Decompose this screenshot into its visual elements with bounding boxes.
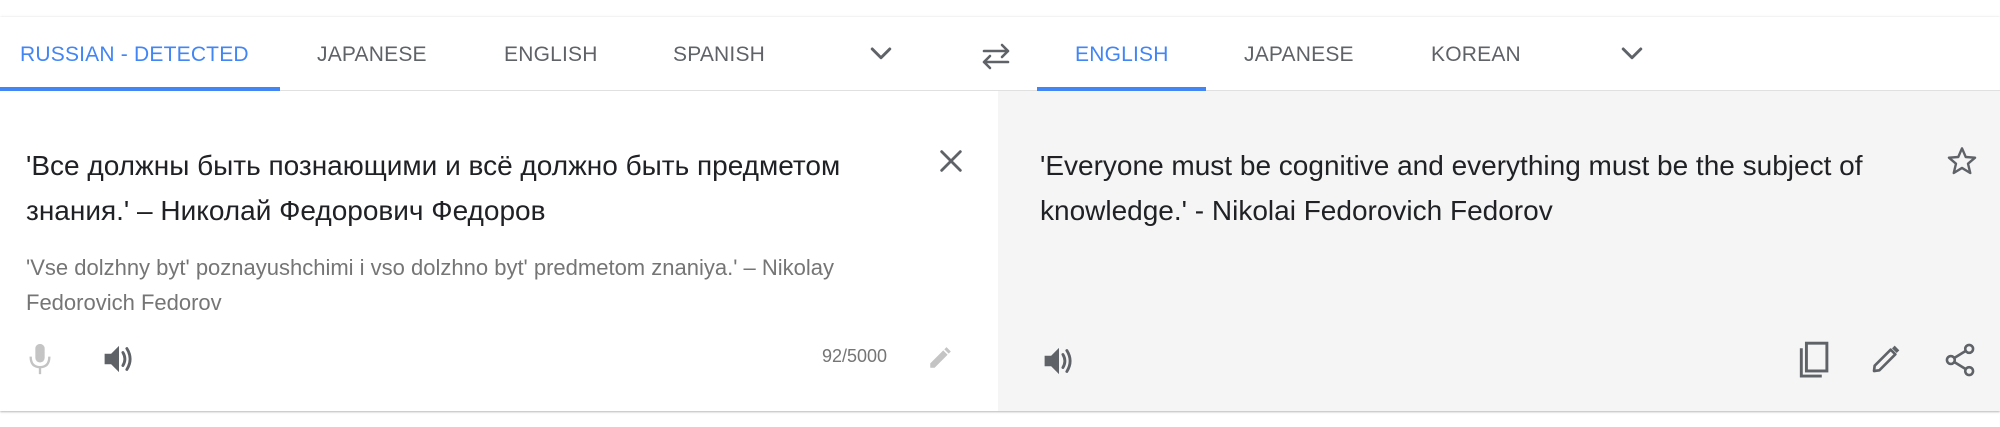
target-tab-label: JAPANESE — [1244, 43, 1354, 66]
source-panel: 'Все должны быть познающими и всё должно… — [0, 91, 998, 411]
language-tab-bar: RUSSIAN - DETECTED JAPANESE ENGLISH SPAN… — [0, 17, 2000, 91]
source-tab-label: ENGLISH — [504, 43, 598, 66]
pencil-icon[interactable] — [1870, 343, 1902, 375]
star-icon[interactable] — [1946, 145, 1978, 177]
source-tab-label: RUSSIAN - DETECTED — [20, 43, 249, 66]
source-tab-japanese[interactable]: JAPANESE — [317, 17, 427, 91]
copy-icon[interactable] — [1795, 341, 1831, 379]
target-tab-japanese[interactable]: JAPANESE — [1244, 17, 1354, 91]
target-tab-label: KOREAN — [1431, 43, 1521, 66]
source-tab-spanish[interactable]: SPANISH — [673, 17, 765, 91]
swap-languages-icon[interactable] — [978, 41, 1014, 71]
target-more-languages-chevron-down-icon[interactable] — [1617, 39, 1647, 69]
source-tab-label: SPANISH — [673, 43, 766, 66]
share-icon[interactable] — [1944, 343, 1976, 377]
speaker-icon[interactable] — [102, 343, 136, 375]
speaker-icon[interactable] — [1042, 345, 1076, 377]
translate-page: RUSSIAN - DETECTED JAPANESE ENGLISH SPAN… — [0, 0, 2000, 427]
transliteration-text: 'Vse dolzhny byt' poznayushchimi i vso d… — [26, 255, 834, 315]
microphone-icon[interactable] — [26, 341, 54, 377]
target-tab-label: ENGLISH — [1075, 43, 1169, 66]
pencil-icon[interactable] — [927, 345, 953, 371]
source-tab-english[interactable]: ENGLISH — [504, 17, 598, 91]
translation-output: 'Everyone must be cognitive and everythi… — [1040, 150, 1863, 226]
translate-card: RUSSIAN - DETECTED JAPANESE ENGLISH SPAN… — [0, 17, 2000, 411]
character-count: 92/5000 — [822, 346, 888, 366]
translation-panel: 'Everyone must be cognitive and everythi… — [998, 91, 2000, 411]
source-text-input[interactable]: 'Все должны быть познающими и всё должно… — [26, 143, 926, 233]
source-more-languages-chevron-down-icon[interactable] — [866, 39, 896, 69]
source-tab-russian-detected[interactable]: RUSSIAN - DETECTED — [20, 17, 249, 91]
target-tab-english[interactable]: ENGLISH — [1075, 17, 1169, 91]
target-tab-korean[interactable]: KOREAN — [1431, 17, 1521, 91]
source-tab-label: JAPANESE — [317, 43, 427, 66]
close-icon[interactable] — [937, 147, 965, 175]
